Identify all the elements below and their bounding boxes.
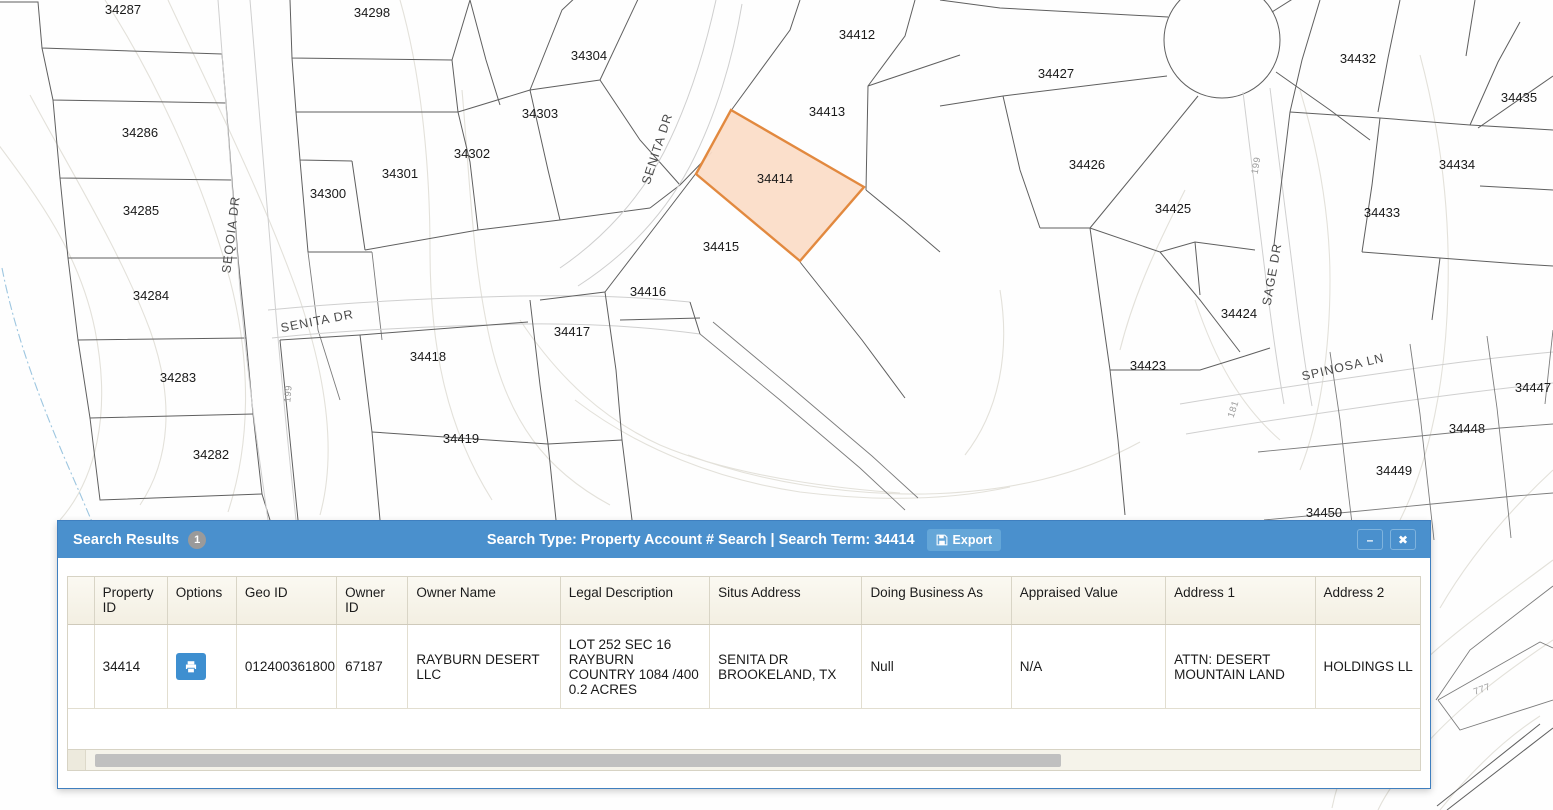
parcel-label-34435: 34435	[1501, 90, 1537, 105]
cell-appraised-value: N/A	[1011, 624, 1167, 709]
parcel-label-34282: 34282	[193, 447, 229, 462]
panel-title-group: Search Results 1	[58, 530, 207, 549]
parcel-label-34427: 34427	[1038, 66, 1074, 81]
grid-empty-area	[67, 709, 1421, 749]
scrollbar-thumb[interactable]	[95, 753, 1061, 767]
parcel-label-34301: 34301	[382, 166, 418, 181]
parcel-label-34285: 34285	[123, 203, 159, 218]
table-header-row: Property ID Options Geo ID Owner ID Owne…	[68, 577, 1420, 625]
cell-property-id: 34414	[94, 624, 168, 709]
export-button-label: Export	[952, 532, 993, 547]
parcel-label-34302: 34302	[454, 146, 490, 161]
parcel-label-34449: 34449	[1376, 463, 1412, 478]
parcel-label-34413: 34413	[809, 104, 845, 119]
search-results-panel: Search Results 1 Search Type: Property A…	[57, 520, 1431, 789]
column-header-appraised-value[interactable]: Appraised Value	[1011, 577, 1167, 625]
parcel-block-bottom-right	[1435, 585, 1553, 810]
panel-title: Search Results	[73, 531, 180, 548]
parcel-block-top-center	[289, 0, 713, 401]
parcel-label-34447: 34447	[1515, 380, 1551, 395]
column-header-situs-address[interactable]: Situs Address	[709, 577, 863, 625]
street-label-0: SENITA DR	[639, 111, 675, 186]
parcel-label-34416: 34416	[630, 284, 666, 299]
cell-address-1: ATTN: DESERT MOUNTAIN LAND	[1165, 624, 1316, 709]
cell-options	[167, 624, 237, 709]
minimize-button[interactable]: –	[1357, 529, 1383, 550]
results-grid: Property ID Options Geo ID Owner ID Owne…	[68, 577, 1420, 709]
parcel-label-34450: 34450	[1306, 505, 1342, 520]
parcel-label-34300: 34300	[310, 186, 346, 201]
parcel-label-34303: 34303	[522, 106, 558, 121]
column-header-property-id[interactable]: Property ID	[94, 577, 168, 625]
contour-label-2: 181	[1226, 399, 1242, 419]
cell-situs-address: SENITA DR BROOKELAND, TX	[709, 624, 863, 709]
export-button[interactable]: Export	[926, 528, 1002, 551]
parcel-label-34286: 34286	[122, 125, 158, 140]
results-grid-wrapper: Property ID Options Geo ID Owner ID Owne…	[58, 558, 1430, 749]
column-header-address-2[interactable]: Address 2	[1315, 577, 1420, 625]
parcel-label-34417: 34417	[554, 324, 590, 339]
cell-owner-name: RAYBURN DESERT LLC	[407, 624, 561, 709]
street-label-1: SENITA DR	[280, 307, 355, 335]
cell-geo-id: 012400361800	[236, 624, 338, 709]
parcel-label-34425: 34425	[1155, 201, 1191, 216]
parcel-label-34434: 34434	[1439, 157, 1475, 172]
parcel-id-labels: 34287 34286 34285 34284 34283 34282 34298 34300…	[105, 2, 1551, 520]
window-controls: – ✖	[1357, 529, 1430, 550]
parcel-label-34419: 34419	[443, 431, 479, 446]
column-header-options[interactable]: Options	[167, 577, 237, 625]
parcel-label-34414: 34414	[757, 171, 793, 186]
cell-legal-description: LOT 252 SEC 16 RAYBURN COUNTRY 1084 /400…	[560, 624, 711, 709]
contour-label-0: 199	[282, 385, 294, 403]
parcel-label-34304: 34304	[571, 48, 607, 63]
cell-owner-id: 67187	[336, 624, 409, 709]
parcel-label-34415: 34415	[703, 239, 739, 254]
column-header-address-1[interactable]: Address 1	[1165, 577, 1316, 625]
contour-label-3: 777	[1472, 682, 1492, 698]
results-grid-viewport[interactable]: Property ID Options Geo ID Owner ID Owne…	[67, 576, 1421, 709]
parcel-label-34433: 34433	[1364, 205, 1400, 220]
parcel-label-34418: 34418	[410, 349, 446, 364]
close-button[interactable]: ✖	[1390, 529, 1416, 550]
panel-header[interactable]: Search Results 1 Search Type: Property A…	[57, 520, 1431, 558]
table-row[interactable]: 34414 012400361800 67187 RAYBURN DESERT …	[68, 624, 1420, 709]
print-button[interactable]	[175, 653, 206, 680]
contour-label-1: 199	[1250, 156, 1264, 175]
parcel-label-34448: 34448	[1449, 421, 1485, 436]
print-icon	[184, 660, 198, 674]
column-header-owner-id[interactable]: Owner ID	[336, 577, 409, 625]
save-icon	[936, 534, 948, 546]
parcel-label-34423: 34423	[1130, 358, 1166, 373]
parcel-label-34426: 34426	[1069, 157, 1105, 172]
parcel-label-34287: 34287	[105, 2, 141, 17]
panel-center-group: Search Type: Property Account # Search |…	[58, 521, 1430, 558]
column-header-legal-description[interactable]: Legal Description	[560, 577, 711, 625]
parcel-block-culdesac	[939, 0, 1371, 516]
street-label-2: SEQOIA DR	[219, 195, 242, 274]
parcel-block-right	[1257, 0, 1553, 541]
horizontal-scrollbar[interactable]	[67, 749, 1421, 771]
result-count-badge: 1	[188, 530, 207, 549]
street-label-3: SAGE DR	[1260, 242, 1285, 307]
parcel-block-34410s	[279, 0, 961, 521]
parcel-label-34412: 34412	[839, 27, 875, 42]
cell-doing-business-as: Null	[861, 624, 1012, 709]
cell-address-2: HOLDINGS LL	[1315, 624, 1420, 709]
row-gutter-header	[68, 577, 95, 625]
parcel-label-34424: 34424	[1221, 306, 1257, 321]
search-meta-text: Search Type: Property Account # Search |…	[486, 531, 915, 548]
column-header-doing-business-as[interactable]: Doing Business As	[861, 577, 1012, 625]
column-header-owner-name[interactable]: Owner Name	[407, 577, 561, 625]
parcel-label-34283: 34283	[160, 370, 196, 385]
column-header-geo-id[interactable]: Geo ID	[236, 577, 338, 625]
parcel-label-34284: 34284	[133, 288, 169, 303]
parcel-label-34432: 34432	[1340, 51, 1376, 66]
parcel-label-34298: 34298	[354, 5, 390, 20]
row-gutter-cell	[68, 624, 95, 709]
scrollbar-gutter	[68, 750, 86, 770]
